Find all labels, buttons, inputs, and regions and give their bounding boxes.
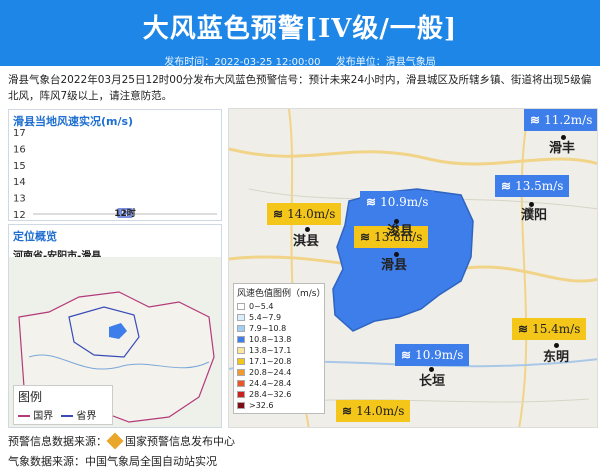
legend-row: 13.8~17.1 bbox=[237, 345, 321, 356]
publish-time: 发布时间：2022-03-25 12:00:00 bbox=[164, 57, 321, 68]
legend-swatch bbox=[237, 325, 245, 332]
legend-swatch bbox=[237, 347, 245, 354]
map-legend-box: 图例 国界 省界 bbox=[13, 385, 113, 425]
legend-row: 24.4~28.4 bbox=[237, 378, 321, 389]
wind-label: ≋ 14.0m/s bbox=[267, 203, 342, 225]
legend-range: 7.9~10.8 bbox=[249, 324, 287, 333]
legend-range: 10.8~13.8 bbox=[249, 335, 292, 344]
legend-range: 28.4~32.6 bbox=[249, 390, 292, 399]
y-tick-label: 17 bbox=[13, 128, 26, 139]
header-banner: 大风蓝色预警[IV级/一般] 发布时间：2022-03-25 12:00:00 … bbox=[0, 0, 600, 68]
legend-swatch bbox=[237, 314, 245, 321]
legend-row: 5.4~7.9 bbox=[237, 312, 321, 323]
legend-range: 0~5.4 bbox=[249, 302, 274, 311]
national-border-legend: 国界 bbox=[18, 407, 53, 422]
legend-row: >32.6 bbox=[237, 400, 321, 411]
warning-source: 预警信息数据来源： 国家预警信息发布中心 bbox=[8, 432, 235, 450]
location-panel-title: 定位概览 bbox=[13, 230, 57, 243]
legend-swatch bbox=[237, 369, 245, 376]
legend-row: 20.8~24.4 bbox=[237, 367, 321, 378]
y-tick-label: 16 bbox=[13, 144, 26, 155]
legend-swatch bbox=[237, 402, 245, 409]
wind-label: ≋ 13.5m/s bbox=[495, 175, 570, 197]
wind-label: ≋ 11.2m/s bbox=[524, 109, 597, 131]
legend-row: 10.8~13.8 bbox=[237, 334, 321, 345]
y-tick-label: 15 bbox=[13, 161, 26, 172]
wind-legend-title: 风速色值图例（m/s） bbox=[237, 289, 326, 299]
city-label: 长垣 bbox=[419, 374, 446, 389]
city-label: 滑县 bbox=[381, 258, 408, 273]
wind-label: ≋ 14.0m/s bbox=[336, 400, 411, 422]
legend-range: 13.8~17.1 bbox=[249, 346, 292, 355]
city-label: 东明 bbox=[543, 350, 570, 365]
city-label: 濮阳 bbox=[521, 208, 548, 223]
wind-chart: 171615141312 1212时 bbox=[13, 128, 217, 220]
legend-range: 24.4~28.4 bbox=[249, 379, 292, 388]
legend-row: 17.1~20.8 bbox=[237, 356, 321, 367]
y-tick-label: 12 bbox=[13, 210, 26, 220]
y-tick-label: 14 bbox=[13, 177, 26, 188]
wind-label: ≋ 10.9m/s bbox=[360, 191, 435, 213]
legend-row: 0~5.4 bbox=[237, 301, 321, 312]
city-label: 淇县 bbox=[293, 234, 320, 249]
legend-range: >32.6 bbox=[249, 401, 274, 410]
publish-info: 发布时间：2022-03-25 12:00:00 发布单位：滑县气象局 bbox=[0, 53, 600, 68]
province-border-legend: 省界 bbox=[61, 407, 96, 422]
warning-center-logo-icon bbox=[106, 432, 124, 450]
legend-range: 20.8~24.4 bbox=[249, 368, 292, 377]
city-label: 浚县 bbox=[387, 224, 414, 239]
wind-label: ≋ 15.4m/s bbox=[512, 318, 587, 340]
wind-color-legend: 风速色值图例（m/s） 0~5.4 5.4~7.9 7.9~10.8 10.8~13.… bbox=[233, 283, 326, 414]
legend-swatch bbox=[237, 303, 245, 310]
warning-center-link[interactable]: 国家预警信息发布中心 bbox=[125, 435, 235, 448]
legend-title: 图例 bbox=[18, 390, 43, 404]
page-title: 大风蓝色预警[IV级/一般] bbox=[142, 14, 458, 44]
y-tick-label: 13 bbox=[13, 194, 26, 205]
location-panel: 定位概览 河南省-安阳市-滑县 图例 国界 省界 bbox=[8, 224, 222, 428]
legend-swatch bbox=[237, 336, 245, 343]
weather-source: 气象数据来源：中国气象局全国自动站实况 bbox=[8, 455, 217, 468]
city-label: 滑丰 bbox=[549, 141, 576, 156]
legend-swatch bbox=[237, 391, 245, 398]
legend-swatch bbox=[237, 380, 245, 387]
legend-swatch bbox=[237, 358, 245, 365]
warning-description: 滑县气象台2022年03月25日12时00分发布大风蓝色预警信号：预计未来24小… bbox=[8, 74, 592, 102]
legend-range: 5.4~7.9 bbox=[249, 313, 282, 322]
legend-row: 7.9~10.8 bbox=[237, 323, 321, 334]
x-tick-label: 12时 bbox=[114, 207, 136, 219]
publisher: 发布单位：滑县气象局 bbox=[335, 57, 436, 68]
wind-speed-panel: 滑县当地风速实况(m/s) 17 16 15 14 13 12 12 12时 bbox=[8, 109, 222, 221]
legend-range: 17.1~20.8 bbox=[249, 357, 292, 366]
wind-label: ≋ 10.9m/s bbox=[395, 344, 470, 366]
legend-row: 28.4~32.6 bbox=[237, 389, 321, 400]
